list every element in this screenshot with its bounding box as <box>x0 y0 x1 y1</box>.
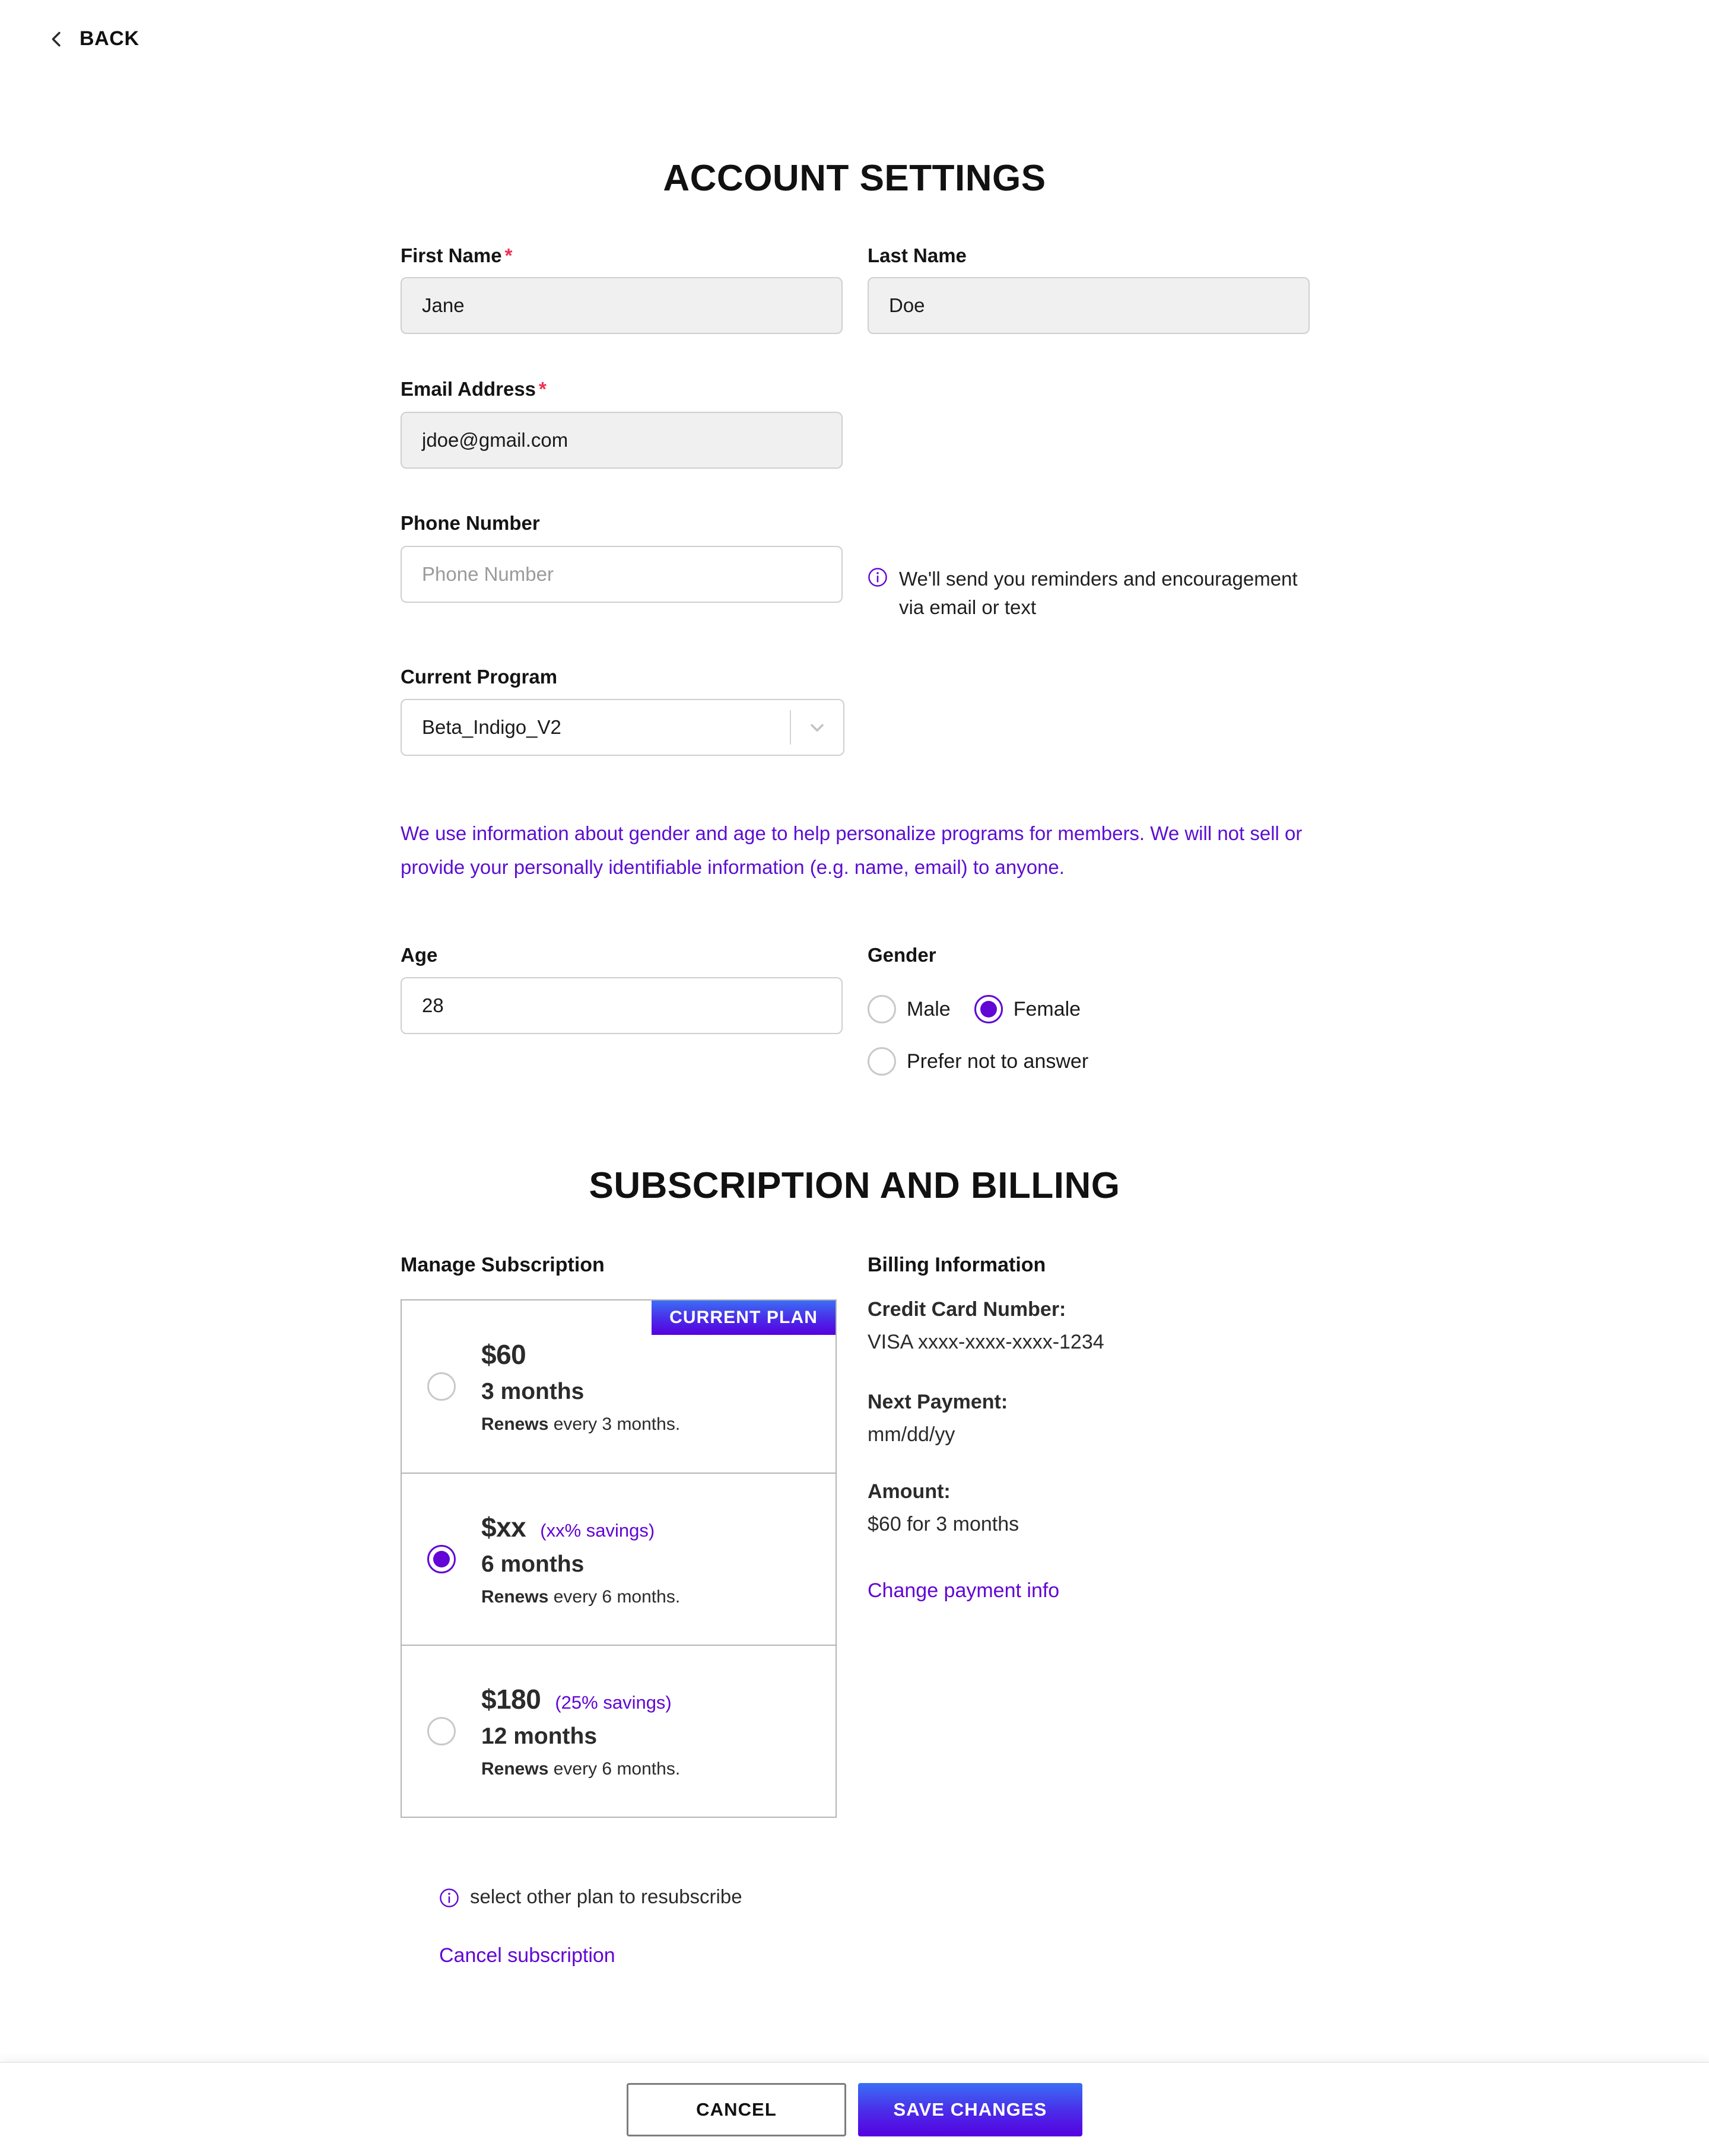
gender-option-label: Male <box>907 997 951 1020</box>
back-button[interactable]: BACK <box>46 27 139 50</box>
first-name-value: Jane <box>422 294 465 316</box>
plan-savings: (xx% savings) <box>540 1520 655 1541</box>
cancel-subscription-link[interactable]: Cancel subscription <box>439 1944 615 1967</box>
plan-price-line: $60 <box>481 1338 822 1370</box>
plan-renews: Renews every 6 months. <box>481 1587 822 1607</box>
privacy-note: We use information about gender and age … <box>401 822 1303 878</box>
billing-next-payment-block: Next Payment: mm/dd/yy <box>868 1391 1008 1446</box>
plan-renews: Renews every 3 months. <box>481 1414 822 1435</box>
status-badge: CURRENT PLAN <box>652 1300 836 1335</box>
phone-hint-text: We'll send you reminders and encourageme… <box>899 568 1298 618</box>
plan-body: $xx (xx% savings) 6 months Renews every … <box>481 1511 836 1607</box>
info-circle-icon <box>440 1888 459 1907</box>
page-title: ACCOUNT SETTINGS <box>663 158 1046 199</box>
cancel-button[interactable]: CANCEL <box>627 2082 846 2136</box>
plan-price: $60 <box>481 1339 526 1370</box>
gender-option-label: Female <box>1013 997 1081 1020</box>
email-value: jdoe@gmail.com <box>422 429 568 451</box>
billing-card-block: Credit Card Number: VISA xxxx-xxxx-xxxx-… <box>868 1298 1104 1354</box>
radio-female[interactable] <box>974 995 1003 1023</box>
current-program-value: Beta_Indigo_V2 <box>422 716 561 738</box>
footer-action-bar: CANCEL SAVE CHANGES <box>0 2062 1709 2156</box>
required-marker: * <box>539 378 547 400</box>
first-name-input[interactable]: Jane <box>401 277 843 334</box>
plan-renews: Renews every 6 months. <box>481 1759 822 1779</box>
first-name-label-text: First Name <box>401 244 502 266</box>
gender-option-label: Prefer not to answer <box>907 1050 1089 1073</box>
phone-input[interactable]: Phone Number <box>401 546 843 603</box>
current-program-select[interactable]: Beta_Indigo_V2 <box>401 699 844 756</box>
age-label: Age <box>401 944 438 966</box>
phone-label: Phone Number <box>401 512 540 534</box>
last-name-input[interactable]: Doe <box>868 277 1310 334</box>
plan-renews-bold: Renews <box>481 1414 549 1434</box>
gender-option-male[interactable]: Male <box>868 995 951 1023</box>
plan-renews-rest: every 6 months. <box>548 1587 681 1607</box>
plan-body: $60 3 months Renews every 3 months. <box>481 1338 836 1435</box>
plan-duration: 6 months <box>481 1551 585 1577</box>
subscription-title: SUBSCRIPTION AND BILLING <box>589 1165 1120 1206</box>
resubscribe-hint: select other plan to resubscribe <box>439 1885 742 1908</box>
plan-renews-bold: Renews <box>481 1759 549 1779</box>
next-payment-value: mm/dd/yy <box>868 1423 955 1446</box>
plan-list: CURRENT PLAN $60 3 months Renews every 3… <box>401 1299 837 1818</box>
phone-hint: We'll send you reminders and encourageme… <box>868 565 1319 622</box>
billing-amount-block: Amount: $60 for 3 months <box>868 1480 1019 1536</box>
back-label: BACK <box>80 27 139 50</box>
gender-radio-row-2: Prefer not to answer <box>868 1047 1088 1076</box>
required-marker: * <box>504 244 513 266</box>
plan-radio-wrap <box>402 1372 481 1401</box>
resubscribe-hint-text: select other plan to resubscribe <box>470 1885 742 1907</box>
plan-renews-rest: every 6 months. <box>548 1759 681 1779</box>
plan-body: $180 (25% savings) 12 months Renews ever… <box>481 1683 836 1779</box>
gender-label: Gender <box>868 944 936 966</box>
change-payment-info-link[interactable]: Change payment info <box>868 1579 1059 1602</box>
plan-renews-bold: Renews <box>481 1587 549 1607</box>
gender-option-prefer-not[interactable]: Prefer not to answer <box>868 1047 1088 1076</box>
account-settings-page: BACK ACCOUNT SETTINGS First Name * Jane L… <box>0 0 1709 2156</box>
radio-prefer-not-to-answer[interactable] <box>868 1047 896 1076</box>
phone-placeholder: Phone Number <box>422 563 554 585</box>
plan-savings: (25% savings) <box>555 1692 672 1713</box>
plan-price-line: $180 (25% savings) <box>481 1683 822 1715</box>
select-divider <box>790 710 791 745</box>
credit-card-label: Credit Card Number: <box>868 1298 1066 1321</box>
plan-duration: 3 months <box>481 1379 585 1404</box>
email-label: Email Address * <box>401 378 547 400</box>
radio-plan-3-months[interactable] <box>427 1372 456 1401</box>
last-name-value: Doe <box>889 294 925 316</box>
plan-price: $180 <box>481 1684 541 1715</box>
amount-value: $60 for 3 months <box>868 1513 1019 1535</box>
age-input[interactable]: 28 <box>401 977 843 1034</box>
plan-option-3-months[interactable]: CURRENT PLAN $60 3 months Renews every 3… <box>402 1300 836 1473</box>
plan-radio-wrap <box>402 1545 481 1573</box>
radio-plan-12-months[interactable] <box>427 1717 456 1745</box>
credit-card-value: VISA xxxx-xxxx-xxxx-1234 <box>868 1331 1104 1353</box>
radio-male[interactable] <box>868 995 896 1023</box>
plan-renews-rest: every 3 months. <box>548 1414 681 1434</box>
plan-radio-wrap <box>402 1717 481 1745</box>
amount-label: Amount: <box>868 1480 951 1503</box>
gender-option-female[interactable]: Female <box>974 995 1081 1023</box>
manage-subscription-heading: Manage Subscription <box>401 1254 605 1276</box>
next-payment-label: Next Payment: <box>868 1391 1008 1413</box>
chevron-left-icon <box>52 31 61 46</box>
current-program-label: Current Program <box>401 666 558 688</box>
save-changes-button[interactable]: SAVE CHANGES <box>858 2082 1082 2136</box>
plan-price-line: $xx (xx% savings) <box>481 1511 822 1543</box>
radio-plan-6-months[interactable] <box>427 1545 456 1573</box>
plan-option-12-months[interactable]: $180 (25% savings) 12 months Renews ever… <box>402 1645 836 1817</box>
age-value: 28 <box>422 994 444 1016</box>
gender-radio-row-1: Male Female <box>868 995 1081 1023</box>
last-name-label: Last Name <box>868 244 967 266</box>
chevron-down-icon[interactable] <box>806 717 828 738</box>
info-circle-icon <box>868 568 887 587</box>
plan-price: $xx <box>481 1512 526 1543</box>
email-field[interactable]: jdoe@gmail.com <box>401 412 843 469</box>
billing-information-heading: Billing Information <box>868 1254 1046 1276</box>
email-label-text: Email Address <box>401 378 536 400</box>
plan-option-6-months[interactable]: $xx (xx% savings) 6 months Renews every … <box>402 1473 836 1645</box>
plan-duration: 12 months <box>481 1723 598 1749</box>
first-name-label: First Name * <box>401 244 512 267</box>
